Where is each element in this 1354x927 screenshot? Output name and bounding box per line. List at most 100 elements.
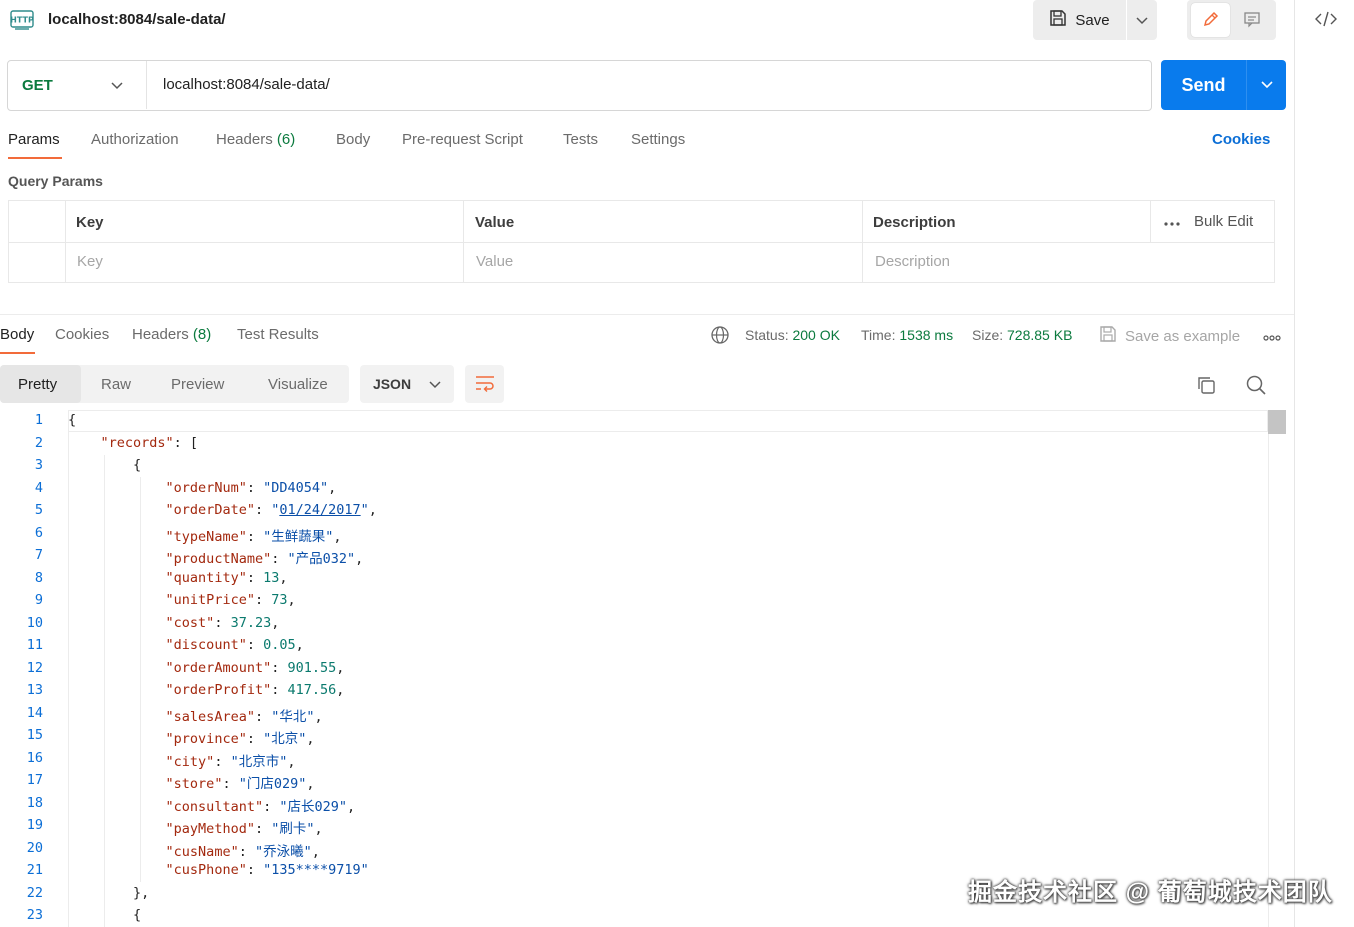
current-line-highlight — [68, 410, 1268, 432]
search-icon[interactable] — [1245, 374, 1267, 399]
line-number: 12 — [26, 659, 43, 676]
scrollbar-thumb[interactable] — [1268, 410, 1286, 434]
line-number: 4 — [34, 479, 43, 496]
active-tab-underline — [8, 157, 62, 159]
http-request-icon: HTTP — [9, 8, 35, 32]
view-preview[interactable]: Preview — [171, 376, 224, 393]
status-label: Status: — [745, 327, 789, 343]
pencil-icon — [1202, 10, 1220, 31]
copy-icon[interactable] — [1195, 374, 1217, 399]
code-line: "salesArea": "华北", — [165, 708, 323, 725]
response-tab-headers[interactable]: Headers (8) — [132, 326, 211, 343]
send-dropdown-button[interactable] — [1246, 60, 1286, 110]
vertical-scrollbar[interactable] — [1268, 410, 1287, 927]
tab-headers-label: Headers — [216, 131, 273, 148]
tab-settings[interactable]: Settings — [631, 131, 685, 148]
column-divider — [862, 200, 863, 283]
format-select-label: JSON — [372, 376, 412, 392]
save-icon — [1049, 9, 1067, 31]
request-title[interactable]: localhost:8084/sale-data/ — [48, 11, 226, 28]
code-line: "unitPrice": 73, — [165, 592, 296, 608]
column-divider — [65, 200, 66, 283]
param-description-input[interactable]: Description — [875, 253, 950, 270]
chevron-down-icon — [429, 376, 441, 392]
response-body-viewer[interactable]: 1{2 "records": [3 {4 "orderNum": "DD4054… — [0, 410, 1268, 927]
cookies-link[interactable]: Cookies — [1212, 131, 1270, 148]
time-readout[interactable]: Time: 1538 ms — [861, 327, 953, 343]
code-line: "orderProfit": 417.56, — [165, 682, 345, 698]
wrap-lines-button[interactable] — [465, 365, 504, 403]
line-number: 18 — [26, 794, 43, 811]
code-line: "cusName": "乔泳曦", — [165, 843, 320, 860]
url-input[interactable]: localhost:8084/sale-data/ — [163, 76, 330, 93]
query-params-title: Query Params — [8, 173, 103, 189]
code-snippet-button[interactable] — [1314, 8, 1338, 32]
comment-mode-button[interactable] — [1233, 3, 1271, 37]
code-line: "cost": 37.23, — [165, 614, 280, 631]
response-tab-test-results[interactable]: Test Results — [237, 326, 319, 343]
status-readout[interactable]: Status: 200 OK — [745, 327, 840, 343]
send-button[interactable]: Send — [1161, 60, 1246, 110]
param-value-input[interactable]: Value — [476, 253, 513, 270]
bulk-edit-button[interactable]: Bulk Edit — [1194, 213, 1253, 230]
response-tab-cookies[interactable]: Cookies — [55, 326, 109, 343]
column-header-key: Key — [76, 214, 104, 231]
table-header-divider — [8, 242, 1275, 243]
tab-params[interactable]: Params — [8, 131, 60, 148]
wrap-lines-icon — [474, 374, 496, 395]
line-number: 3 — [34, 457, 43, 473]
chevron-down-icon — [1260, 77, 1274, 93]
method-select[interactable]: GET — [22, 77, 53, 94]
status-value: 200 OK — [792, 327, 840, 343]
response-tab-headers-count: (8) — [192, 326, 212, 343]
view-raw[interactable]: Raw — [101, 376, 131, 393]
line-number: 1 — [34, 412, 43, 428]
tab-pre-request-script[interactable]: Pre-request Script — [402, 131, 523, 148]
globe-icon[interactable] — [710, 325, 730, 348]
format-select[interactable]: JSON — [360, 365, 454, 403]
bulk-edit-area: Bulk Edit — [1164, 213, 1253, 230]
indent-guide — [104, 455, 105, 927]
view-visualize[interactable]: Visualize — [268, 376, 328, 393]
method-separator — [146, 61, 147, 109]
size-value: 728.85 KB — [1007, 327, 1073, 343]
more-options-icon[interactable] — [1164, 213, 1180, 230]
response-tab-body[interactable]: Body — [0, 326, 34, 343]
column-divider — [1150, 200, 1151, 242]
save-dropdown-button[interactable] — [1127, 0, 1157, 40]
line-number: 9 — [34, 592, 43, 608]
line-number: 20 — [26, 839, 43, 856]
view-pretty[interactable]: Pretty — [18, 376, 57, 393]
save-button[interactable]: Save — [1033, 0, 1126, 40]
line-number: 22 — [26, 884, 43, 901]
column-divider — [463, 200, 464, 283]
line-number: 21 — [26, 862, 43, 878]
save-as-example-button[interactable]: Save as example — [1099, 325, 1240, 347]
tab-authorization[interactable]: Authorization — [91, 131, 179, 148]
code-line: "typeName": "生鲜蔬果", — [165, 528, 342, 545]
tab-body[interactable]: Body — [336, 131, 370, 148]
tab-headers[interactable]: Headers (6) — [216, 131, 295, 148]
chevron-down-icon[interactable] — [110, 78, 124, 94]
edit-mode-button[interactable] — [1191, 3, 1230, 37]
response-divider — [0, 314, 1294, 315]
svg-text:HTTP: HTTP — [10, 16, 34, 25]
code-line: "cusPhone": "135****9719" — [165, 862, 369, 878]
line-number: 7 — [34, 547, 43, 563]
code-line: "records": [ — [100, 434, 199, 451]
more-options-icon[interactable] — [1263, 328, 1281, 344]
code-line: }, — [68, 884, 150, 901]
line-number: 14 — [26, 704, 43, 721]
tab-tests[interactable]: Tests — [563, 131, 598, 148]
indent-guide — [140, 477, 141, 882]
line-number: 11 — [26, 637, 43, 653]
size-readout[interactable]: Size: 728.85 KB — [972, 327, 1072, 343]
chevron-down-icon — [1136, 12, 1148, 28]
param-key-input[interactable]: Key — [77, 253, 103, 270]
right-panel-divider — [1294, 0, 1295, 927]
time-label: Time: — [861, 327, 896, 343]
save-button-label: Save — [1075, 11, 1110, 29]
code-line: "quantity": 13, — [165, 569, 288, 586]
code-line: "consultant": "店长029", — [165, 798, 356, 815]
column-header-description: Description — [873, 214, 956, 231]
